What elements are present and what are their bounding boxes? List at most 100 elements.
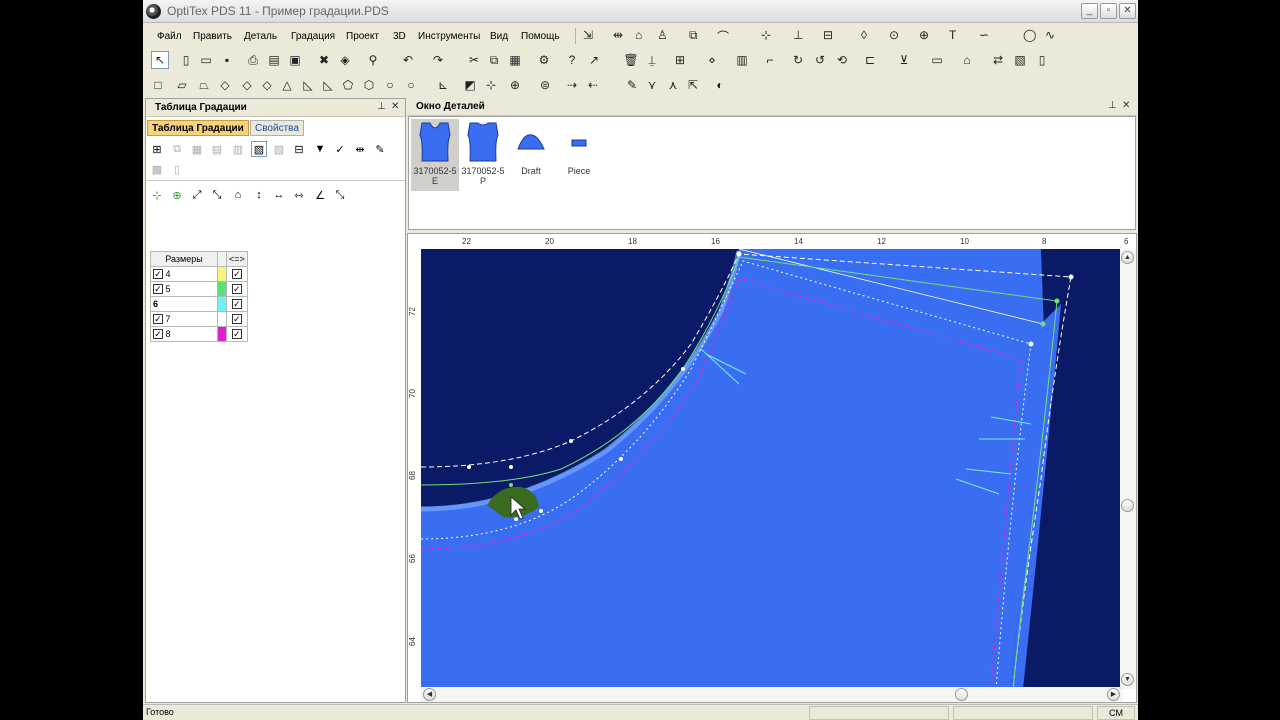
grade-horizontal-icon[interactable]: ↔ <box>271 187 287 203</box>
menu-piece[interactable]: Деталь <box>244 31 277 42</box>
fill-tool-icon[interactable]: ◩ <box>461 76 479 94</box>
scroll-down-icon[interactable]: ▼ <box>1121 673 1134 686</box>
trapezoid-tool-icon[interactable]: ⏢ <box>195 76 213 94</box>
size-row[interactable]: ✓ 5 ✓ <box>150 281 248 297</box>
flip-icon[interactable]: ⊻ <box>895 51 913 69</box>
swap-icon[interactable]: ⇄ <box>989 51 1007 69</box>
rotate-ccw-icon[interactable]: ↺ <box>811 51 829 69</box>
marker-icon[interactable]: ◈ <box>336 51 354 69</box>
globe-icon[interactable]: ⊕ <box>919 28 929 42</box>
close-icon[interactable]: ✕ <box>1122 100 1130 111</box>
text-icon[interactable]: T <box>949 28 956 42</box>
octagon-tool-icon[interactable]: ○ <box>381 76 399 94</box>
rotate-angle-icon[interactable]: ⟲ <box>833 51 851 69</box>
copy-icon[interactable]: ⧉ <box>485 51 503 69</box>
node-icon[interactable]: ⋄ <box>703 51 721 69</box>
piece-item[interactable]: 3170052-5 P <box>459 119 507 186</box>
minimize-button[interactable]: _ <box>1081 3 1098 19</box>
piece-item[interactable]: Piece <box>555 119 603 176</box>
menu-help[interactable]: Помощь <box>521 31 560 42</box>
circle-tool-icon[interactable]: ○ <box>402 76 420 94</box>
grade-copy-icon[interactable]: ⧉ <box>169 141 185 157</box>
grade-edit-icon[interactable]: ✎ <box>372 141 388 157</box>
size-cell[interactable]: ✓ 4 <box>150 266 218 282</box>
dropdown-arrow-icon[interactable]: ▼ <box>312 141 328 157</box>
pleat-icon[interactable]: ⌒ <box>717 28 729 45</box>
parallelogram-tool-icon[interactable]: ▱ <box>173 76 191 94</box>
export-piece-icon[interactable]: ⇱ <box>684 76 702 94</box>
piece-item[interactable]: 3170052-5 E <box>411 119 459 191</box>
plot-icon[interactable]: ▤ <box>265 51 283 69</box>
zoom-icon[interactable]: ⚲ <box>364 51 382 69</box>
pentagon-tool-icon[interactable]: ⬠ <box>339 76 357 94</box>
seam-tool-icon[interactable]: ⊹ <box>482 76 500 94</box>
size-link-cell[interactable]: ✓ <box>226 326 248 342</box>
select-tool-icon[interactable]: ↖ <box>151 51 169 69</box>
paste-icon[interactable]: ▦ <box>506 51 524 69</box>
rhombus-tool-icon[interactable]: ◇ <box>238 76 256 94</box>
curve-point-icon[interactable]: ⌐ <box>761 51 779 69</box>
menu-edit[interactable]: Править <box>193 31 232 42</box>
hexagon-tool-icon[interactable]: ⬡ <box>360 76 378 94</box>
menu-grading[interactable]: Градация <box>291 31 335 42</box>
right-triangle2-tool-icon[interactable]: ◺ <box>319 76 337 94</box>
grade-load-icon[interactable]: ▯ <box>169 161 185 177</box>
pattern-drawing[interactable] <box>421 249 1121 689</box>
unlink-icon[interactable]: ⇠ <box>584 76 602 94</box>
grade-rule-icon[interactable]: ▨ <box>271 141 287 157</box>
rotate-icon[interactable]: ↻ <box>789 51 807 69</box>
whats-this-icon[interactable]: ↗ <box>585 51 603 69</box>
seam-edit-icon[interactable]: ⊜ <box>536 76 554 94</box>
save-icon[interactable]: ▪ <box>218 51 236 69</box>
delete-icon[interactable]: 🗑 <box>622 51 640 69</box>
scroll-thumb[interactable] <box>955 688 968 701</box>
piece-add-icon[interactable]: ⊞ <box>671 51 689 69</box>
curve-icon[interactable]: ∽ <box>979 28 989 42</box>
grade-nest-icon[interactable]: ▧ <box>251 141 267 157</box>
grid-icon[interactable]: ▥ <box>733 51 751 69</box>
circle-dot-icon[interactable]: ⊙ <box>889 28 899 42</box>
size-row[interactable]: ✓ 4 ✓ <box>150 266 248 282</box>
new-file-icon[interactable]: ▯ <box>177 51 195 69</box>
grade-add-icon[interactable]: ⊞ <box>149 141 165 157</box>
grade-scale-icon[interactable]: ⤢ <box>189 187 205 203</box>
triangle-tool-icon[interactable]: △ <box>278 76 296 94</box>
size-cell[interactable]: ✓ 7 <box>150 311 218 327</box>
horizontal-scrollbar[interactable]: ◀ ▶ <box>421 687 1123 702</box>
sphere-icon[interactable]: ◐ <box>711 76 729 94</box>
redo-icon[interactable]: ↷ <box>429 51 447 69</box>
size-link-cell[interactable]: ✓ <box>226 281 248 297</box>
size-link-cell[interactable]: ✓ <box>226 266 248 282</box>
menu-project[interactable]: Проект <box>346 31 379 42</box>
shirt-icon[interactable]: ♙ <box>657 28 668 42</box>
export-icon[interactable]: ✖ <box>315 51 333 69</box>
grading-rule-icon[interactable]: ⇹ <box>613 28 623 42</box>
scroll-thumb[interactable] <box>1121 499 1134 512</box>
menu-file[interactable]: Файл <box>157 31 182 42</box>
house-icon[interactable]: ⌂ <box>958 51 976 69</box>
undo-icon[interactable]: ↶ <box>399 51 417 69</box>
scroll-right-icon[interactable]: ▶ <box>1107 688 1120 701</box>
properties-icon[interactable]: ⚙ <box>535 51 553 69</box>
close-button[interactable]: ✕ <box>1119 3 1136 19</box>
size-visible-checkbox[interactable]: ✓ <box>153 329 163 340</box>
help-icon[interactable]: ? <box>563 51 581 69</box>
layers-icon[interactable]: ▧ <box>1011 51 1029 69</box>
rectangle-tool-icon[interactable]: □ <box>149 76 167 94</box>
grade-angle-icon[interactable]: ∠ <box>312 187 328 203</box>
measure-icon[interactable]: ⊟ <box>823 28 833 42</box>
diamond-tool-icon[interactable]: ◇ <box>216 76 234 94</box>
size-link-checkbox[interactable]: ✓ <box>231 269 242 280</box>
size-link-cell[interactable]: ✓ <box>226 311 248 327</box>
title-bar[interactable]: OptiTex PDS 11 - Пример градации.PDS _ ▫… <box>143 0 1138 23</box>
layout-icon[interactable]: ▭ <box>928 51 946 69</box>
open-file-icon[interactable]: ▭ <box>197 51 215 69</box>
maximize-button[interactable]: ▫ <box>1100 3 1117 19</box>
scroll-up-icon[interactable]: ▲ <box>1121 251 1134 264</box>
piece-item[interactable]: Draft <box>507 119 555 176</box>
pin-icon[interactable]: ⊥ <box>377 101 386 112</box>
grade-vertical-icon[interactable]: ↕ <box>251 187 267 203</box>
digitize-icon[interactable]: ⇲ <box>583 28 593 42</box>
grade-stretch-icon[interactable]: ⤡ <box>209 187 225 203</box>
close-icon[interactable]: ✕ <box>391 101 399 112</box>
